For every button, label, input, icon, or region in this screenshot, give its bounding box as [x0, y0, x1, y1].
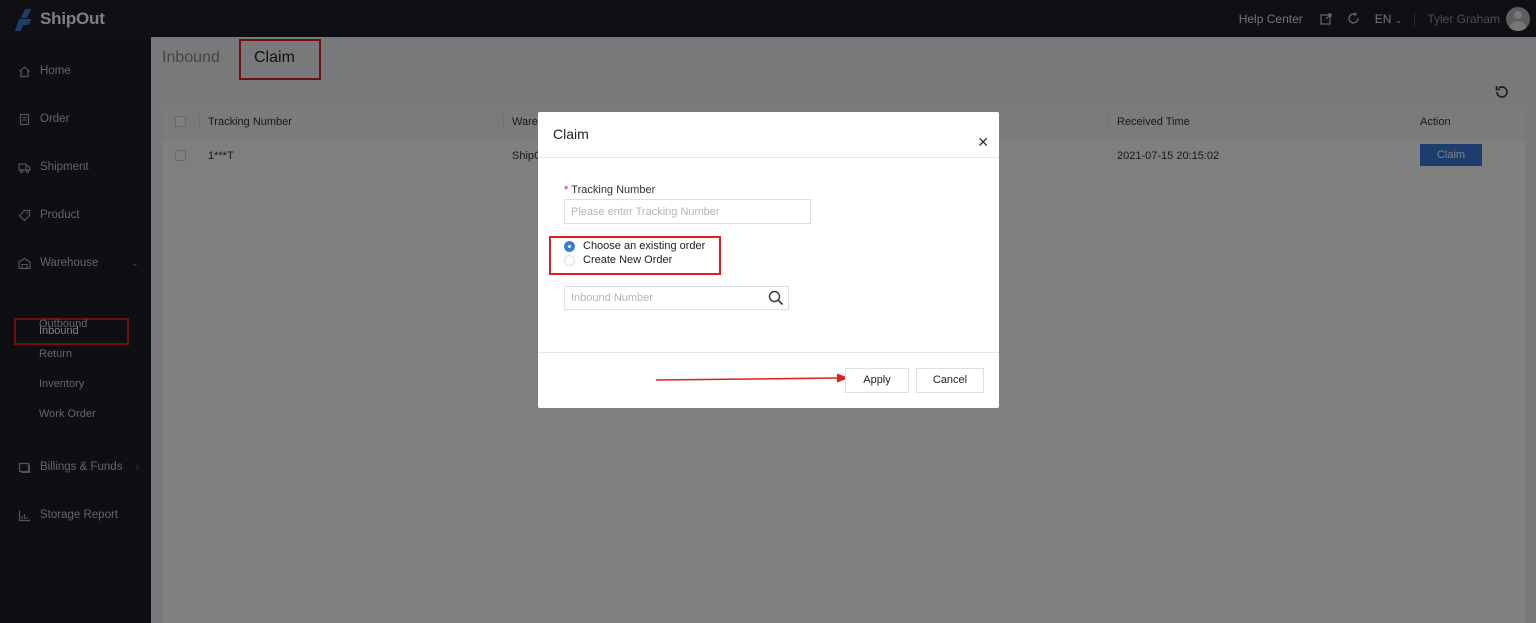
- radio-unselected[interactable]: [564, 254, 575, 266]
- divider: [538, 352, 999, 353]
- radio-choose-existing-order[interactable]: Choose an existing order: [564, 240, 705, 252]
- radio-create-new-order[interactable]: Create New Order: [564, 254, 672, 266]
- dialog-title: Claim: [553, 126, 589, 142]
- claim-dialog: Claim ✕ *Tracking Number Choose an exist…: [538, 112, 999, 408]
- divider: [538, 157, 999, 158]
- apply-button[interactable]: Apply: [845, 368, 909, 393]
- required-marker: *: [564, 184, 569, 196]
- inbound-number-search: [564, 286, 789, 310]
- tracking-number-input[interactable]: [564, 199, 811, 224]
- tracking-number-label-text: Tracking Number: [571, 184, 656, 196]
- inbound-number-input[interactable]: [565, 287, 760, 309]
- annotation-arrow-icon: [656, 373, 849, 383]
- radio-label: Choose an existing order: [583, 240, 706, 252]
- tracking-number-label: * Tracking Number: [564, 184, 655, 196]
- close-icon[interactable]: ✕: [977, 135, 989, 149]
- radio-label: Create New Order: [583, 254, 673, 266]
- radio-selected[interactable]: [564, 240, 575, 252]
- cancel-button[interactable]: Cancel: [916, 368, 984, 393]
- search-icon[interactable]: [768, 290, 784, 309]
